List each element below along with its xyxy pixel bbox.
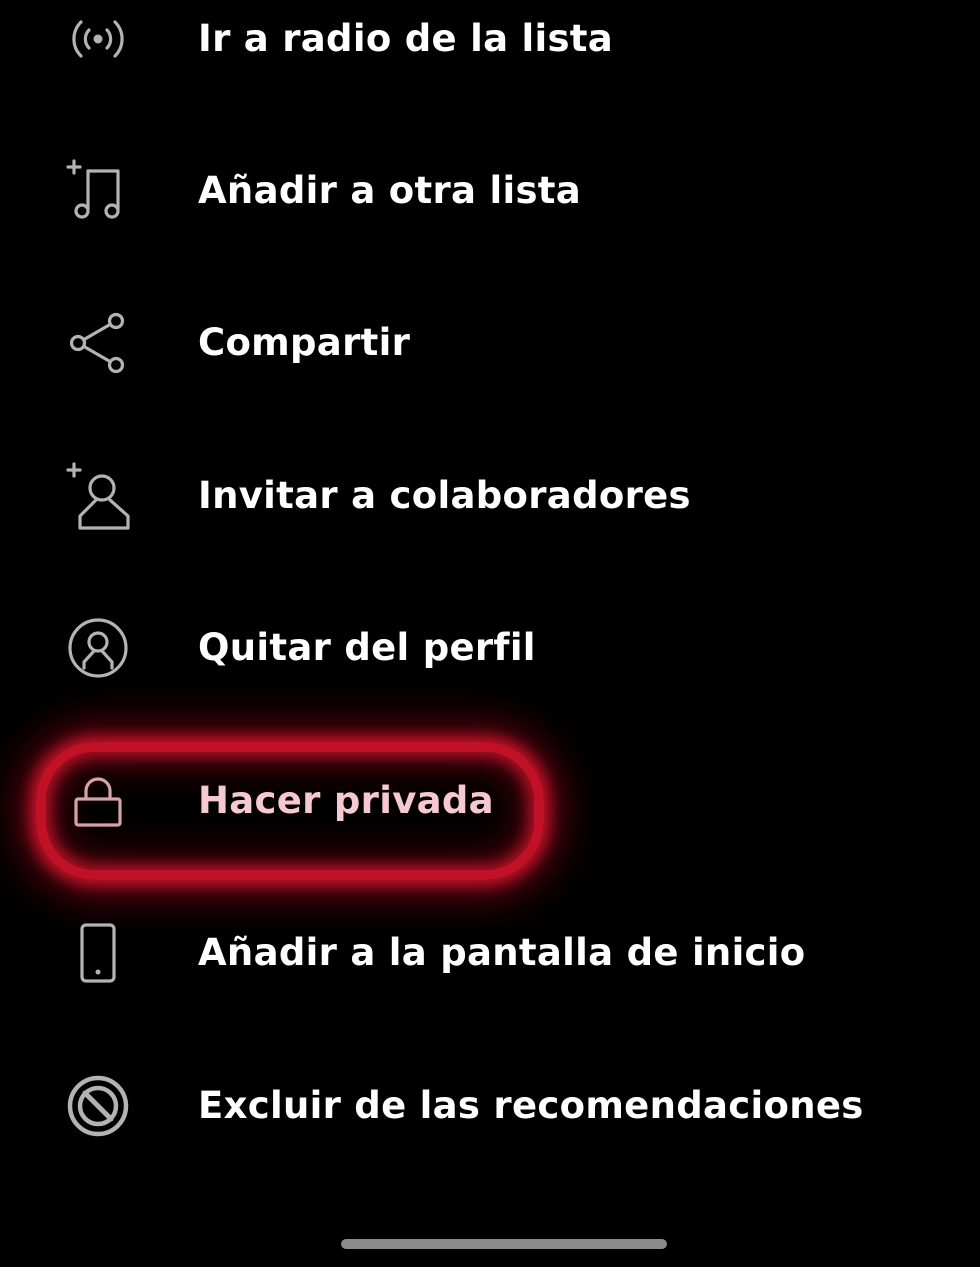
menu-item-go-to-radio[interactable]: Ir a radio de la lista [0,0,980,94]
menu-item-label: Invitar a colaboradores [198,474,691,517]
context-menu: Ir a radio de la lista Añadir a otra lis… [0,0,980,1267]
share-icon [60,305,136,381]
menu-item-remove-from-profile[interactable]: Quitar del perfil [0,593,980,703]
add-collaborator-icon [60,458,136,534]
menu-item-make-private[interactable]: Hacer privada [0,746,980,856]
menu-item-label: Compartir [198,321,411,364]
menu-item-label: Quitar del perfil [198,626,536,669]
menu-item-label: Ir a radio de la lista [198,17,614,60]
menu-item-label: Excluir de las recomendaciones [198,1084,864,1127]
menu-item-label: Añadir a la pantalla de inicio [198,931,806,974]
lock-icon [60,763,136,839]
add-to-playlist-icon [60,153,136,229]
profile-icon [60,610,136,686]
menu-item-add-to-home-screen[interactable]: Añadir a la pantalla de inicio [0,898,980,1008]
phone-icon [60,915,136,991]
menu-item-invite-collaborators[interactable]: Invitar a colaboradores [0,441,980,551]
block-icon [60,1068,136,1144]
menu-item-label: Añadir a otra lista [198,169,582,212]
menu-item-label: Hacer privada [198,779,494,822]
menu-item-exclude-from-recommendations[interactable]: Excluir de las recomendaciones [0,1051,980,1161]
home-indicator[interactable] [341,1239,667,1249]
menu-item-add-to-playlist[interactable]: Añadir a otra lista [0,136,980,246]
radio-icon [60,1,136,77]
menu-item-share[interactable]: Compartir [0,288,980,398]
